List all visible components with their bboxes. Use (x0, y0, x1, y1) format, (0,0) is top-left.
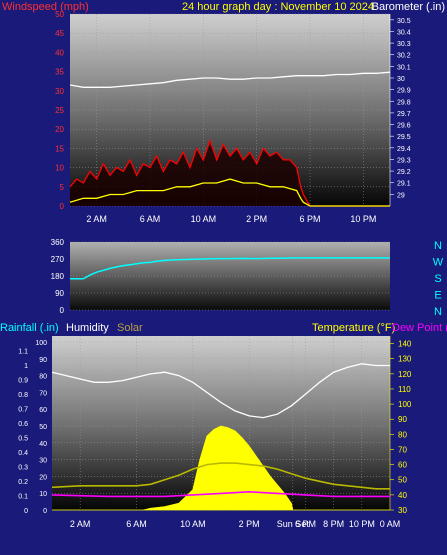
rain-tick-label: 1 (24, 363, 28, 370)
barometer-tick-label: 30.2 (397, 53, 411, 60)
humidity-tick-label: 30 (39, 458, 47, 465)
temperature-tick-label: 80 (398, 430, 407, 439)
humidity-time-label-2-pm: 2 PM (239, 519, 260, 529)
header-barometer-label: Barometer (.in) (372, 1, 445, 13)
header-date-title: 24 hour graph day : November 10 2024 (182, 1, 374, 13)
barometer-tick-label: 30.4 (397, 29, 411, 36)
weather-graph: Windspeed (mph) 24 hour graph day : Nove… (0, 1, 447, 529)
barometer-tick-label: 29.5 (397, 134, 411, 141)
temperature-tick-label: 50 (398, 476, 407, 485)
wind-tick-label: 25 (55, 106, 64, 115)
rain-tick-label: 0.6 (18, 421, 28, 428)
direction-tick-label: 270 (51, 255, 65, 264)
weather-graph-page: Windspeed (mph) 24 hour graph day : Nove… (0, 0, 447, 550)
rain-tick-label: 0.3 (18, 465, 28, 472)
humidity-tick-label: 60 (39, 407, 47, 414)
wind-time-label: 10 AM (191, 214, 217, 224)
legend-rainfall: Rainfall (.in) (0, 322, 59, 334)
temperature-tick-label: 90 (398, 415, 407, 424)
temperature-tick-label: 140 (398, 340, 412, 349)
rain-tick-label: 0 (24, 508, 28, 515)
temperature-tick-label: 120 (398, 370, 412, 379)
humidity-time-label-6-am: 6 AM (126, 519, 147, 529)
direction-tick-label: 360 (51, 238, 65, 247)
direction-tick-label: 0 (60, 306, 65, 315)
barometer-tick-label: 29.2 (397, 169, 411, 176)
humidity-time-label-8-pm: 8 PM (323, 519, 344, 529)
humidity-time-label-10-pm: 10 PM (349, 519, 375, 529)
temperature-tick-label: 60 (398, 461, 407, 470)
barometer-tick-label: 29.9 (397, 88, 411, 95)
humidity-tick-label: 90 (39, 357, 47, 364)
wind-tick-label: 35 (55, 68, 64, 77)
rain-tick-label: 0.9 (18, 378, 28, 385)
barometer-tick-label: 29.6 (397, 123, 411, 130)
wind-time-label: 2 PM (246, 214, 267, 224)
legend-solar: Solar (117, 322, 143, 334)
humidity-tick-label: 70 (39, 390, 47, 397)
barometer-tick-label: 29.3 (397, 157, 411, 164)
wind-tick-label: 20 (55, 125, 64, 134)
temperature-tick-label: 30 (398, 506, 407, 515)
humidity-tick-label: 40 (39, 441, 47, 448)
wind-tick-label: 15 (55, 144, 64, 153)
direction-compass-label: E (434, 290, 441, 302)
rain-tick-label: 1.1 (18, 349, 28, 356)
humidity-tick-label: 80 (39, 374, 47, 381)
barometer-tick-label: 30.1 (397, 64, 411, 71)
humidity-time-label-10-am: 10 AM (180, 519, 206, 529)
wind-time-label: 6 PM (299, 214, 320, 224)
direction-compass-label: N (434, 240, 442, 252)
temperature-tick-label: 130 (398, 355, 412, 364)
temperature-tick-label: 40 (398, 491, 407, 500)
barometer-tick-label: 29.4 (397, 146, 411, 153)
temperature-tick-label: 70 (398, 445, 407, 454)
temperature-tick-label: 110 (398, 385, 411, 394)
humidity-tick-label: 100 (35, 340, 47, 347)
wind-tick-label: 40 (55, 48, 64, 57)
rain-tick-label: 0.1 (18, 494, 28, 501)
barometer-tick-label: 29.1 (397, 181, 411, 188)
barometer-tick-label: 30.5 (397, 18, 411, 25)
rain-tick-label: 0.8 (18, 392, 28, 399)
rain-tick-label: 0.4 (18, 450, 28, 457)
humidity-tick-label: 0 (43, 508, 47, 515)
temperature-tick-label: 100 (398, 400, 412, 409)
direction-compass-label: N (434, 306, 442, 318)
legend-temperature: Temperature (°F) (312, 322, 395, 334)
legend-dew-point: Dew Point (°F) (392, 322, 447, 334)
wind-time-label: 2 AM (86, 214, 107, 224)
direction-tick-label: 90 (55, 289, 64, 298)
barometer-tick-label: 29.7 (397, 111, 411, 118)
direction-compass-label: S (434, 273, 441, 285)
humidity-tick-label: 50 (39, 424, 47, 431)
direction-tick-label: 180 (51, 272, 65, 281)
wind-tick-label: 0 (60, 202, 65, 211)
humidity-time-label-2-am: 2 AM (70, 519, 91, 529)
legend-humidity: Humidity (66, 322, 109, 334)
barometer-tick-label: 29 (397, 192, 405, 199)
wind-tick-label: 50 (55, 10, 64, 19)
rain-tick-label: 0.2 (18, 479, 28, 486)
wind-time-label: 6 AM (140, 214, 161, 224)
rain-tick-label: 0.7 (18, 407, 28, 414)
humidity-time-label-0-am: 0 AM (380, 519, 401, 529)
wind-tick-label: 5 (60, 183, 65, 192)
direction-compass-label: W (433, 257, 444, 269)
humidity-tick-label: 10 (39, 491, 47, 498)
wind-tick-label: 30 (55, 87, 64, 96)
rain-tick-label: 0.5 (18, 436, 28, 443)
humidity-tick-label: 20 (39, 474, 47, 481)
humidity-time-label-6-pm: 6 PM (295, 519, 316, 529)
wind-time-label: 10 PM (350, 214, 376, 224)
header-windspeed-label: Windspeed (mph) (2, 1, 89, 13)
barometer-tick-label: 29.8 (397, 99, 411, 106)
barometer-tick-label: 30 (397, 76, 405, 83)
barometer-tick-label: 30.3 (397, 41, 411, 48)
wind-tick-label: 10 (55, 164, 64, 173)
wind-tick-label: 45 (55, 29, 64, 38)
